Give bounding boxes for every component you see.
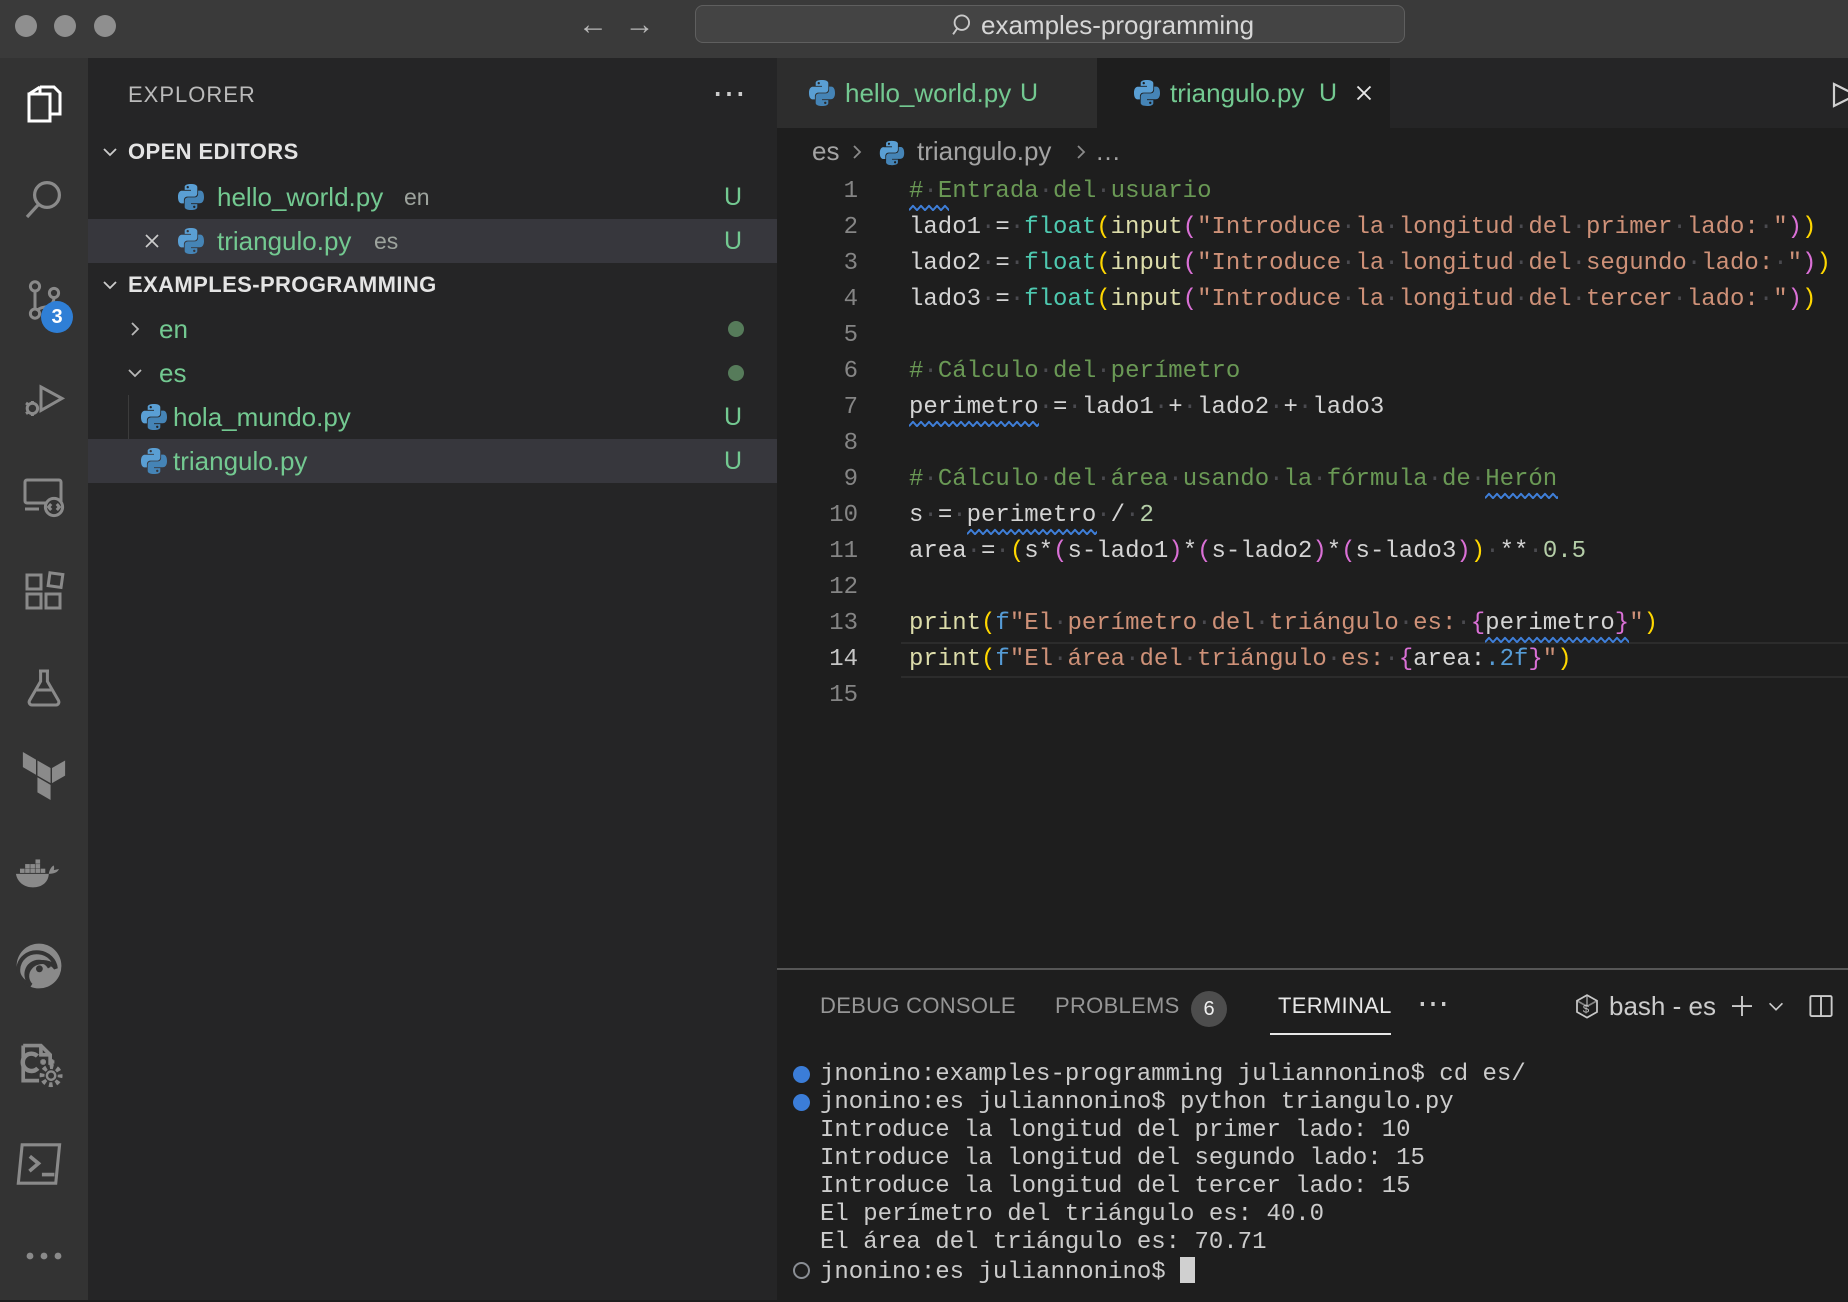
svg-text:$: $	[1583, 1005, 1590, 1017]
